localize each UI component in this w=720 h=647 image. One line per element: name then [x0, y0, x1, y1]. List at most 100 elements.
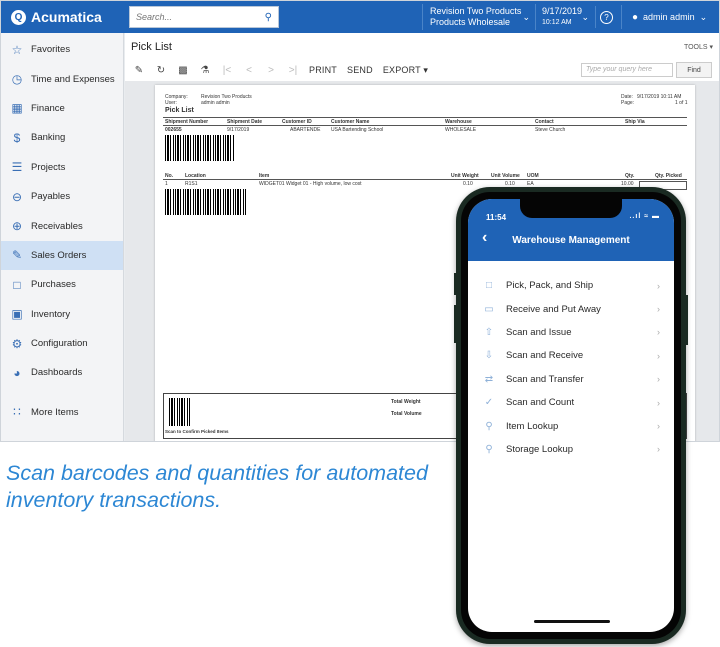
user-label: User:	[165, 100, 177, 106]
search-icon[interactable]: ⚲	[265, 12, 272, 23]
contact: Steve Church	[535, 127, 566, 133]
customer-name: USA Bartending School	[331, 127, 384, 133]
sidebar-item-dashboards[interactable]: ◕ Dashboards	[1, 358, 123, 387]
menu-item-storage-lookup[interactable]: ⚲ Storage Lookup ›	[468, 438, 674, 461]
save-icon[interactable]: ▩	[177, 65, 189, 76]
warehouse: WHOLESALE	[445, 127, 477, 133]
menu-item-scan-count[interactable]: ✓ Scan and Count ›	[468, 391, 674, 414]
menu-item-label: Storage Lookup	[506, 443, 574, 455]
phone-screen: 11:54 ..ıl ≈ ▬ ‹ Warehouse Management □ …	[468, 199, 674, 632]
sidebar-item-label: Dashboards	[31, 367, 83, 379]
refresh-icon[interactable]: ↻	[155, 65, 167, 76]
tools-menu[interactable]: TOOLS ▾	[684, 43, 713, 51]
find-button[interactable]: Find	[676, 62, 712, 78]
sidebar-item-configuration[interactable]: ⚙ Configuration	[1, 329, 123, 358]
menu-item-label: Scan and Count	[506, 397, 575, 409]
sidebar-item-banking[interactable]: $ Banking	[1, 123, 123, 152]
marketing-caption: Scan barcodes and quantities for automat…	[6, 461, 428, 512]
sidebar-item-purchases[interactable]: □ Purchases	[1, 270, 123, 299]
status-clock: 11:54	[486, 213, 507, 222]
menu-item-label: Pick, Pack, and Ship	[506, 280, 594, 292]
customer-id: ABARTENDE	[290, 127, 321, 133]
search-input[interactable]	[136, 12, 246, 22]
report-title: Pick List	[165, 107, 194, 114]
shipment-barcode	[165, 135, 235, 161]
menu-item-pick-pack-ship[interactable]: □ Pick, Pack, and Ship ›	[468, 274, 674, 297]
chevron-down-icon: ⌄	[522, 12, 530, 22]
sidebar-item-label: Finance	[31, 102, 65, 114]
sidebar-item-favorites[interactable]: ☆ Favorites	[1, 35, 123, 64]
export-button[interactable]: EXPORT ▾	[383, 65, 428, 76]
star-icon: ☆	[11, 42, 23, 57]
menu-item-label: Scan and Issue	[506, 326, 572, 338]
prev-page-icon[interactable]: <	[243, 65, 255, 76]
search-icon: ⚲	[485, 420, 493, 432]
sidebar-item-label: Favorites	[31, 44, 71, 56]
inbox-icon: ▭	[484, 303, 494, 315]
sidebar-item-more-items[interactable]: ∷ More Items	[1, 398, 123, 427]
chevron-right-icon: ›	[657, 421, 660, 432]
top-bar: Q Acumatica ⚲ Revision Two Products Prod…	[1, 1, 719, 33]
arrow-up-box-icon: ⇧	[484, 326, 494, 338]
search-icon: ⚲	[485, 443, 493, 455]
sidebar-item-label: Time and Expenses	[31, 73, 115, 85]
first-page-icon[interactable]: |<	[221, 65, 233, 76]
help-button[interactable]: ?	[595, 6, 617, 28]
page-value: 1 of 1	[675, 100, 688, 106]
edit-icon[interactable]: ✎	[133, 65, 145, 76]
menu-item-receive-put-away[interactable]: ▭ Receive and Put Away ›	[468, 297, 674, 320]
divider	[163, 125, 687, 126]
branch-selector[interactable]: Revision Two Products Products Wholesale…	[422, 4, 534, 30]
sidebar-item-label: Receivables	[31, 220, 83, 232]
divider	[163, 117, 687, 118]
menu-item-scan-receive[interactable]: ⇩ Scan and Receive ›	[468, 344, 674, 367]
business-date-selector[interactable]: 9/17/2019 10:12 AM ⌄	[535, 4, 593, 30]
menu-item-item-lookup[interactable]: ⚲ Item Lookup ›	[468, 414, 674, 437]
sidebar-item-payables[interactable]: ⊖ Payables	[1, 182, 123, 211]
sidebar-item-inventory[interactable]: ▣ Inventory	[1, 300, 123, 329]
menu-item-label: Scan and Transfer	[506, 373, 584, 385]
app-name: Acumatica	[31, 9, 102, 25]
total-weight-label: Total Weight	[391, 399, 421, 405]
menu-item-scan-transfer[interactable]: ⇄ Scan and Transfer ›	[468, 368, 674, 391]
sidebar-item-projects[interactable]: ☰ Projects	[1, 153, 123, 182]
query-input[interactable]: Type your query here	[581, 63, 673, 77]
branch-name: Products Wholesale	[430, 17, 511, 27]
gantt-icon: ☰	[11, 160, 23, 175]
phone-button	[454, 273, 457, 295]
box-icon: □	[485, 280, 493, 292]
page-title: Pick List	[131, 41, 172, 53]
sidebar-item-time-and-expenses[interactable]: ◷ Time and Expenses	[1, 64, 123, 93]
shipment-number: 002655	[165, 127, 182, 133]
user-name: admin admin	[643, 12, 695, 22]
sidebar-item-label: Sales Orders	[31, 249, 87, 261]
sidebar-item-sales-orders[interactable]: ✎ Sales Orders	[1, 240, 123, 271]
check-circle-icon: ✓	[484, 397, 494, 409]
chevron-right-icon: ›	[657, 444, 660, 455]
app-logo[interactable]: Q Acumatica	[1, 9, 123, 25]
edit-icon: ✎	[11, 248, 23, 263]
total-volume-label: Total Volume	[391, 411, 422, 417]
last-page-icon[interactable]: >|	[287, 65, 299, 76]
phone-device: 11:54 ..ıl ≈ ▬ ‹ Warehouse Management □ …	[454, 187, 688, 644]
send-button[interactable]: SEND	[347, 65, 373, 75]
transfer-icon: ⇄	[484, 373, 494, 385]
line-no: 1	[165, 181, 168, 187]
calculator-icon: ▦	[11, 101, 23, 116]
cart-icon: □	[13, 277, 21, 292]
chevron-right-icon: ›	[657, 327, 660, 338]
parameters-icon[interactable]: ⚗	[199, 65, 211, 76]
sidebar-item-receivables[interactable]: ⊕ Receivables	[1, 211, 123, 240]
next-page-icon[interactable]: >	[265, 65, 277, 76]
menu-item-scan-issue[interactable]: ⇧ Scan and Issue ›	[468, 321, 674, 344]
logo-mark-icon: Q	[11, 9, 26, 25]
line-unit-weight: 0.10	[463, 181, 473, 187]
user-menu[interactable]: ● admin admin ⌄	[621, 5, 719, 29]
mobile-app-title: Warehouse Management	[512, 235, 630, 246]
grid-icon: ∷	[13, 405, 21, 420]
sidebar-item-finance[interactable]: ▦ Finance	[1, 94, 123, 123]
phone-notch	[520, 199, 622, 218]
shipment-date: 9/17/2019	[227, 127, 250, 133]
print-button[interactable]: PRINT	[309, 65, 337, 75]
item-barcode	[165, 189, 247, 215]
